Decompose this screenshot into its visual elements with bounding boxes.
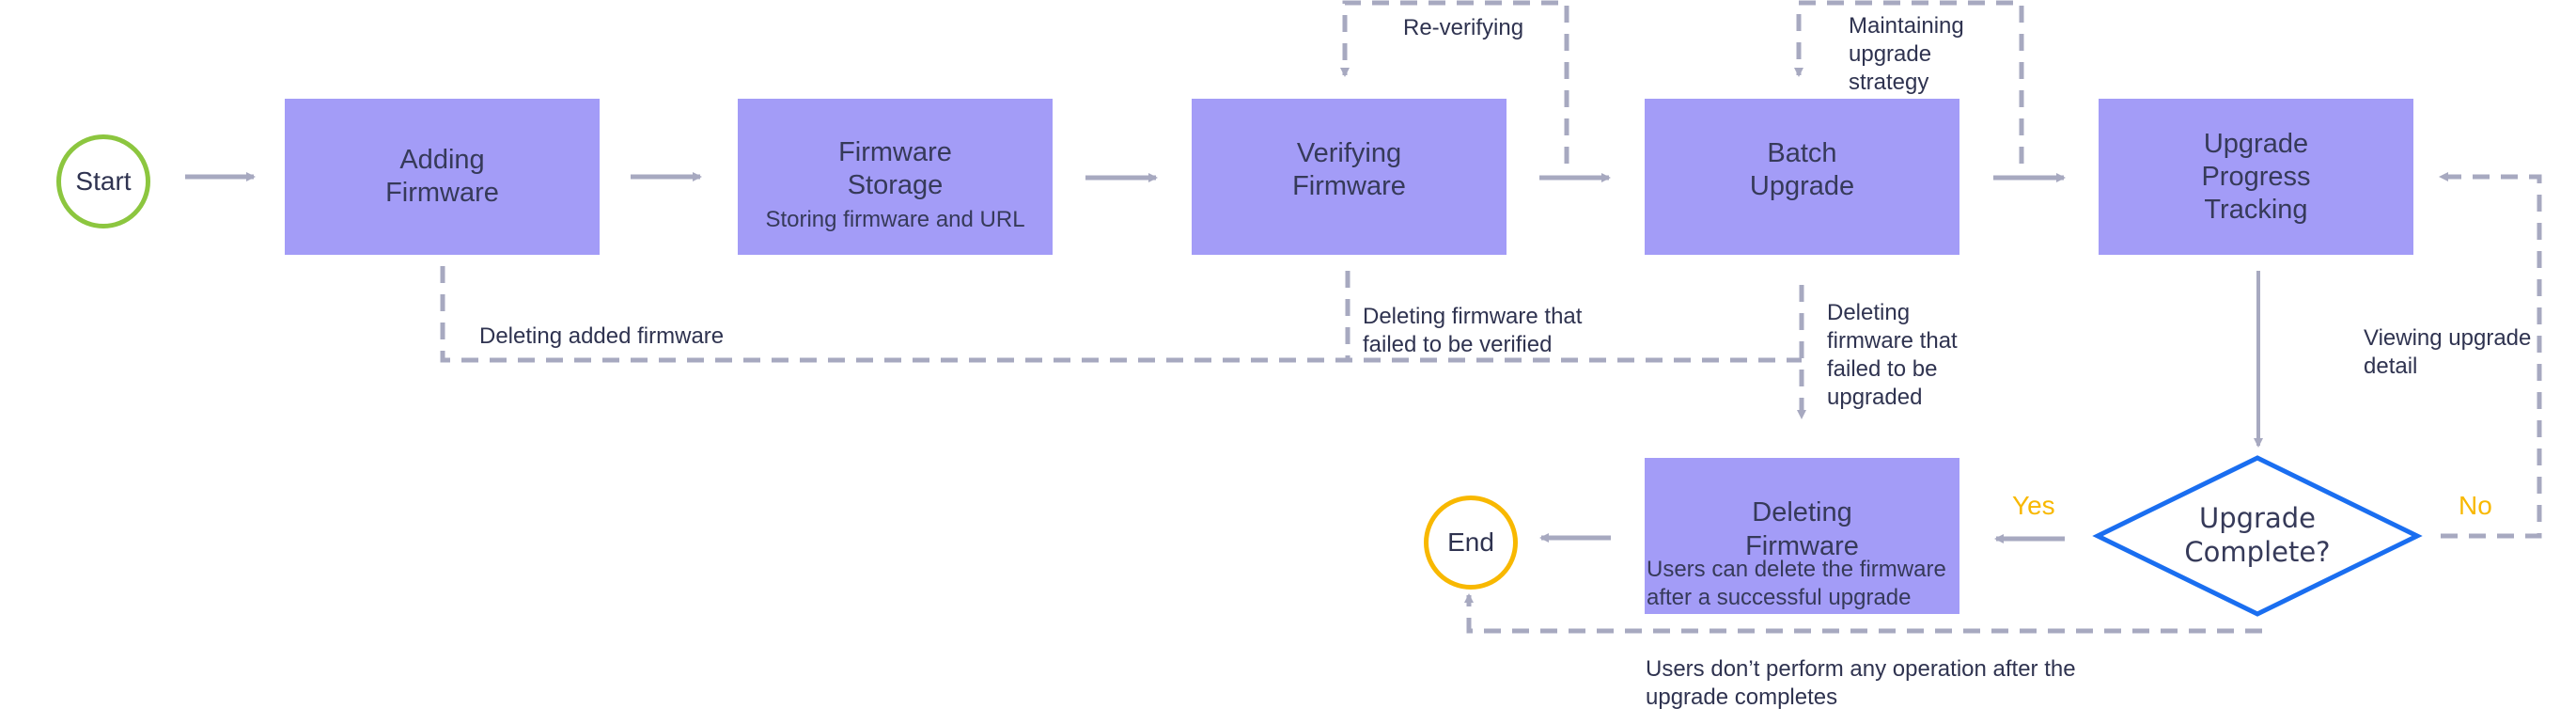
step-upgrade-progress-tracking: Upgrade Progress Tracking [2099, 99, 2413, 255]
annotation-delete-added: Deleting added firmware [479, 323, 725, 349]
step-verifying-firmware: Verifying Firmware [1192, 99, 1507, 255]
annotation-reverifying: Re-verifying [1403, 15, 1524, 40]
annotation-maintaining-strategy: Maintaining upgrade strategy [1849, 13, 1964, 95]
annotation-delete-failed-verify: Deleting firmware that failed to be veri… [1363, 304, 1583, 357]
annotation-viewing-detail: Viewing upgrade detail [2364, 325, 2532, 379]
step-batch-upgrade: Batch Upgrade [1645, 99, 1959, 255]
start-label: Start [75, 166, 132, 196]
step-firmware-storage: Firmware Storage Storing firmware and UR… [738, 99, 1053, 255]
step-subtitle: Users can delete the firmware after a su… [1647, 557, 1946, 610]
step-title: Adding Firmware [385, 145, 499, 208]
step-title: Batch Upgrade [1749, 138, 1855, 201]
end-node: End [1424, 496, 1518, 590]
yes-label: Yes [2012, 491, 2055, 520]
step-title: Deleting Firmware [1745, 497, 1859, 561]
start-node: Start [56, 134, 150, 228]
step-title: Verifying Firmware [1292, 138, 1406, 201]
decision-label: Upgrade Complete? [2184, 502, 2331, 568]
step-adding-firmware: Adding Firmware [285, 99, 600, 255]
step-title: Upgrade Progress Tracking [2201, 128, 2311, 225]
step-deleting-firmware: Deleting Firmware Users can delete the f… [1645, 458, 1959, 614]
end-label: End [1447, 527, 1494, 557]
step-title: Firmware Storage [838, 137, 952, 200]
annotation-delete-failed-upgrade: Deleting firmware that failed to be upgr… [1827, 300, 1958, 410]
step-subtitle: Storing firmware and URL [765, 207, 1025, 232]
annotation-no-operation: Users don’t perform any operation after … [1646, 656, 2076, 710]
no-label: No [2459, 491, 2492, 520]
